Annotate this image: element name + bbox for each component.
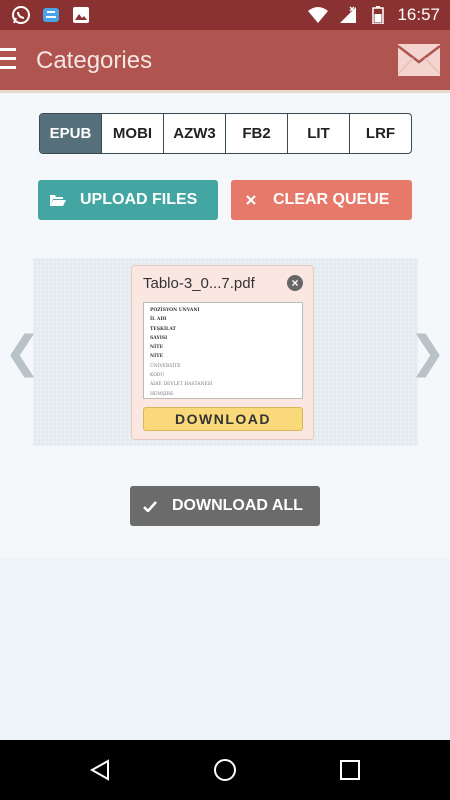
app-store-icon <box>40 4 62 26</box>
file-name: Tablo-3_0...7.pdf <box>143 275 255 292</box>
clear-queue-button[interactable]: CLEAR QUEUE <box>231 180 412 220</box>
page-title: Categories <box>36 47 153 74</box>
upload-files-label: UPLOAD FILES <box>80 191 198 208</box>
thumbnail-line: İL ADI <box>150 317 167 323</box>
thumbnail-line: TEŞKİLAT <box>150 326 176 332</box>
thumbnail-line: KODU <box>150 373 165 379</box>
file-thumbnail: POZİSYON UNVANI İL ADI TEŞKİLAT SAYISI N… <box>143 302 303 399</box>
clock: 16:57 <box>397 5 440 24</box>
download-all-label: DOWNLOAD ALL <box>172 497 303 514</box>
checkmark-icon <box>142 498 158 514</box>
tab-fb2[interactable]: FB2 <box>225 114 287 153</box>
hamburger-menu-icon[interactable] <box>0 48 18 72</box>
remove-file-icon[interactable]: × <box>287 275 303 291</box>
folder-open-icon <box>50 192 66 208</box>
tab-lit[interactable]: LIT <box>287 114 349 153</box>
close-icon <box>243 192 259 208</box>
back-icon[interactable] <box>88 758 112 782</box>
thumbnail-line: ADIE DEVLET HASTANESİ <box>150 382 213 388</box>
thumbnail-line: POZİSYON UNVANI <box>150 308 200 313</box>
chevron-left-icon[interactable]: ❮ <box>4 331 41 375</box>
file-card: Tablo-3_0...7.pdf × POZİSYON UNVANI İL A… <box>131 265 314 440</box>
thumbnail-line: ÜNİVERSİTE <box>150 363 181 369</box>
battery-icon <box>367 4 389 26</box>
converter-panel: EPUB MOBI AZW3 FB2 LIT LRF UPLOAD FILES … <box>0 93 450 557</box>
chevron-right-icon[interactable]: ❯ <box>409 331 446 375</box>
status-bar: 16:57 <box>0 0 450 30</box>
home-icon[interactable] <box>213 758 237 782</box>
recent-apps-icon[interactable] <box>338 758 362 782</box>
thumbnail-line: NİTE <box>150 354 163 360</box>
download-all-button[interactable]: DOWNLOAD ALL <box>130 486 320 526</box>
image-icon <box>70 4 92 26</box>
format-tabs: EPUB MOBI AZW3 FB2 LIT LRF <box>39 113 412 154</box>
tab-mobi[interactable]: MOBI <box>101 114 163 153</box>
tab-azw3[interactable]: AZW3 <box>163 114 225 153</box>
whatsapp-icon <box>10 4 32 26</box>
thumbnail-line: NİTE <box>150 345 163 351</box>
app-bar: Categories <box>0 30 450 90</box>
clear-queue-label: CLEAR QUEUE <box>273 191 390 208</box>
upload-files-button[interactable]: UPLOAD FILES <box>38 180 218 220</box>
envelope-icon[interactable] <box>397 44 441 76</box>
system-nav-bar <box>0 740 450 800</box>
thumbnail-line: HEMŞİRE <box>150 391 174 397</box>
thumbnail-line: SAYISI <box>150 335 168 341</box>
tab-lrf[interactable]: LRF <box>349 114 411 153</box>
download-button[interactable]: DOWNLOAD <box>143 407 303 431</box>
signal-icon <box>337 4 359 26</box>
tab-epub[interactable]: EPUB <box>40 114 101 153</box>
wifi-icon <box>307 4 329 26</box>
